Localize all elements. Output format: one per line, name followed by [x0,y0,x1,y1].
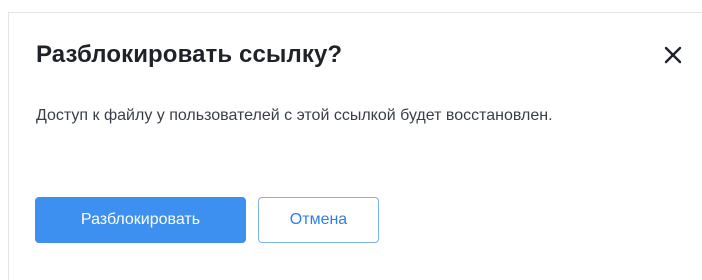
dialog-title: Разблокировать ссылку? [36,41,343,68]
cancel-button[interactable]: Отмена [258,197,379,243]
unblock-button[interactable]: Разблокировать [35,197,246,243]
close-icon [664,46,682,64]
dialog-message: Доступ к файлу у пользователей с этой сс… [36,107,553,124]
unblock-link-dialog: Разблокировать ссылку? Доступ к файлу у … [8,12,702,280]
close-button[interactable] [659,41,687,69]
